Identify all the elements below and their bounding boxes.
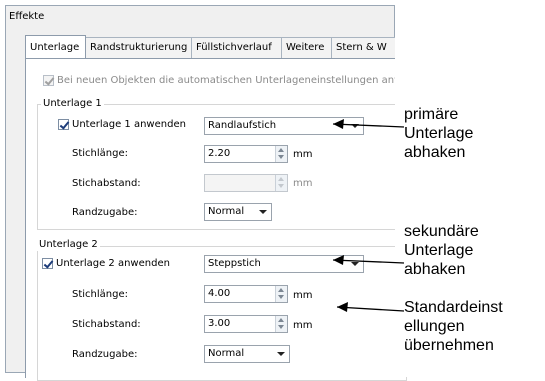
callout-defaults-line1: Standardeinst xyxy=(404,299,503,316)
callout-defaults: Standardeinst ellungen übernehmen xyxy=(404,298,503,355)
arrow-line-primary xyxy=(332,123,405,128)
tab-unterlage[interactable]: Unterlage xyxy=(25,35,86,58)
callout-primary-line1: primäre xyxy=(404,106,459,123)
callout-secondary-line3: abhaken xyxy=(404,261,466,278)
arrowhead-icon xyxy=(333,119,344,129)
callout-defaults-line2: ellungen xyxy=(404,318,465,335)
callout-defaults-line3: übernehmen xyxy=(404,337,494,354)
callout-secondary: sekundäre Unterlage abhaken xyxy=(404,222,479,279)
arrow-line-secondary xyxy=(332,259,405,264)
callout-secondary-line2: Unterlage xyxy=(404,242,474,259)
callout-primary-line3: abhaken xyxy=(404,144,466,161)
callout-primary: primäre Unterlage abhaken xyxy=(404,105,473,162)
arrowhead-icon xyxy=(337,302,348,312)
callout-primary-line2: Unterlage xyxy=(404,125,474,142)
callout-secondary-line1: sekundäre xyxy=(404,223,479,240)
arrowhead-icon xyxy=(333,255,344,265)
